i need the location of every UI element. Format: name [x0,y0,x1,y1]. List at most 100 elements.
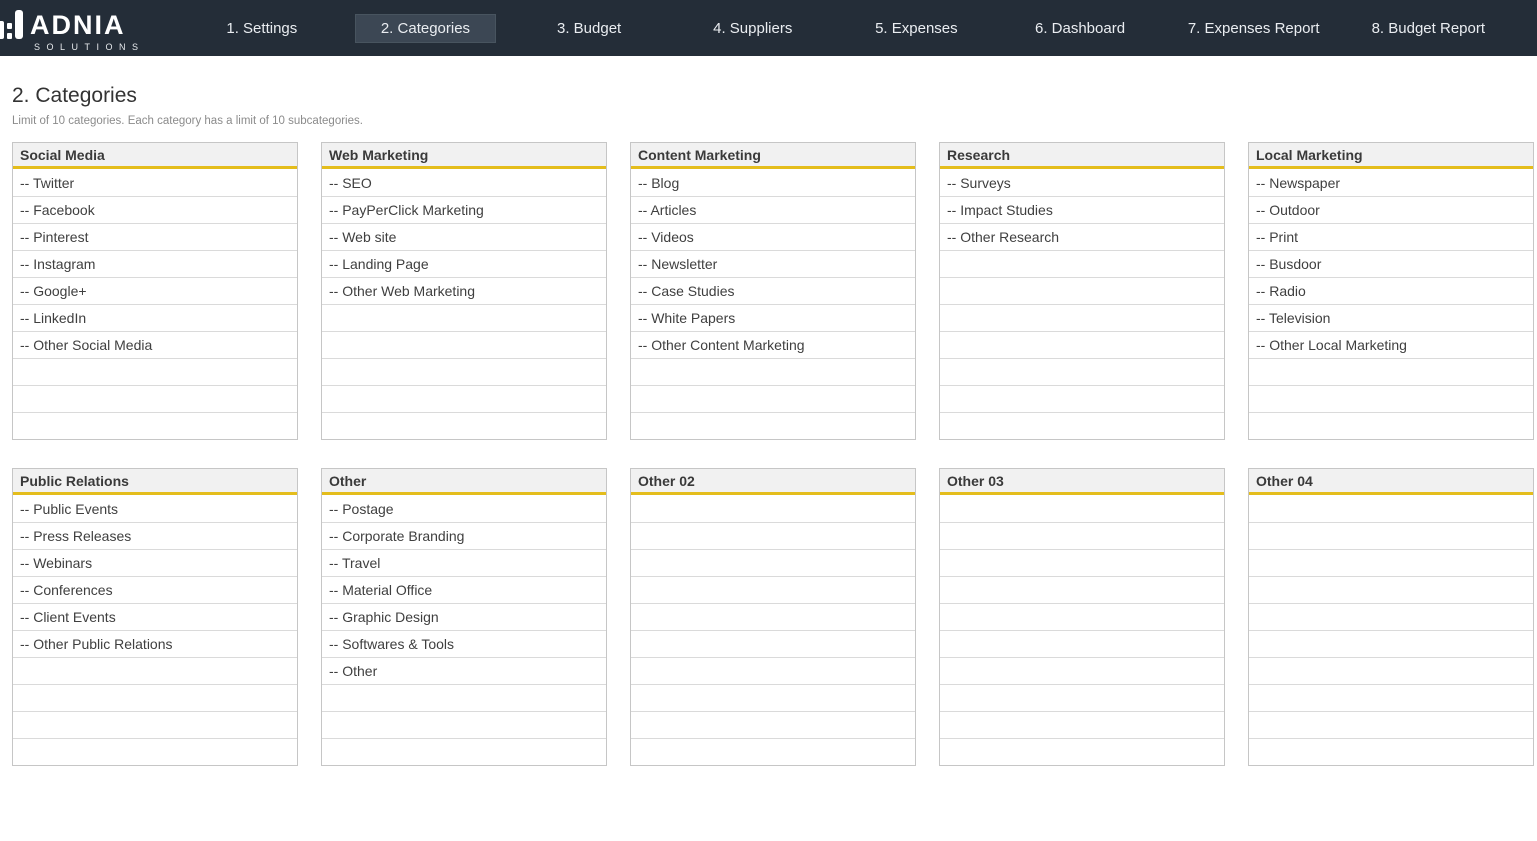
subcategory-cell[interactable] [13,684,297,711]
subcategory-cell[interactable]: -- Articles [631,196,915,223]
subcategory-cell[interactable] [1249,711,1533,738]
subcategory-cell[interactable]: -- Web site [322,223,606,250]
category-header-cell[interactable]: Other 02 [631,469,915,495]
subcategory-cell[interactable] [1249,522,1533,549]
category-header-cell[interactable]: Public Relations [13,469,297,495]
subcategory-cell[interactable] [322,331,606,358]
subcategory-cell[interactable]: -- Other Web Marketing [322,277,606,304]
subcategory-cell[interactable]: -- SEO [322,169,606,196]
subcategory-cell[interactable] [1249,358,1533,385]
subcategory-cell[interactable] [940,331,1224,358]
subcategory-cell[interactable] [13,385,297,412]
subcategory-cell[interactable] [1249,684,1533,711]
subcategory-cell[interactable]: -- Instagram [13,250,297,277]
subcategory-cell[interactable] [631,549,915,576]
subcategory-cell[interactable] [631,630,915,657]
subcategory-cell[interactable]: -- Material Office [322,576,606,603]
subcategory-cell[interactable] [631,495,915,522]
subcategory-cell[interactable]: -- Other Local Marketing [1249,331,1533,358]
category-header-cell[interactable]: Other [322,469,606,495]
subcategory-cell[interactable]: -- Public Events [13,495,297,522]
subcategory-cell[interactable] [631,738,915,765]
subcategory-cell[interactable] [1249,630,1533,657]
category-header-cell[interactable]: Research [940,143,1224,169]
subcategory-cell[interactable] [940,657,1224,684]
category-header-cell[interactable]: Other 03 [940,469,1224,495]
subcategory-cell[interactable] [631,576,915,603]
subcategory-cell[interactable]: -- Pinterest [13,223,297,250]
subcategory-cell[interactable]: -- Corporate Branding [322,522,606,549]
subcategory-cell[interactable]: -- Print [1249,223,1533,250]
subcategory-cell[interactable] [13,711,297,738]
subcategory-cell[interactable]: -- Television [1249,304,1533,331]
subcategory-cell[interactable] [940,684,1224,711]
subcategory-cell[interactable]: -- Outdoor [1249,196,1533,223]
tab-settings[interactable]: 1. Settings [180,14,344,43]
subcategory-cell[interactable] [940,738,1224,765]
category-header-cell[interactable]: Other 04 [1249,469,1533,495]
tab-expenses[interactable]: 5. Expenses [835,14,999,43]
subcategory-cell[interactable] [322,684,606,711]
tab-expenses-report[interactable]: 7. Expenses Report [1162,14,1346,43]
subcategory-cell[interactable]: -- Case Studies [631,277,915,304]
subcategory-cell[interactable] [1249,738,1533,765]
subcategory-cell[interactable]: -- PayPerClick Marketing [322,196,606,223]
subcategory-cell[interactable]: -- Newsletter [631,250,915,277]
subcategory-cell[interactable] [1249,657,1533,684]
subcategory-cell[interactable] [631,684,915,711]
subcategory-cell[interactable] [940,711,1224,738]
subcategory-cell[interactable]: -- Other Research [940,223,1224,250]
subcategory-cell[interactable] [1249,603,1533,630]
tab-budget-report[interactable]: 8. Budget Report [1346,14,1511,43]
subcategory-cell[interactable]: -- Press Releases [13,522,297,549]
subcategory-cell[interactable] [13,738,297,765]
subcategory-cell[interactable]: -- Other [322,657,606,684]
subcategory-cell[interactable] [631,522,915,549]
subcategory-cell[interactable]: -- LinkedIn [13,304,297,331]
subcategory-cell[interactable] [631,412,915,439]
subcategory-cell[interactable] [1249,385,1533,412]
subcategory-cell[interactable]: -- Newspaper [1249,169,1533,196]
subcategory-cell[interactable]: -- Impact Studies [940,196,1224,223]
tab-dashboard[interactable]: 6. Dashboard [998,14,1162,43]
subcategory-cell[interactable] [631,385,915,412]
subcategory-cell[interactable]: -- Landing Page [322,250,606,277]
subcategory-cell[interactable] [13,412,297,439]
subcategory-cell[interactable]: -- Other Public Relations [13,630,297,657]
subcategory-cell[interactable]: -- Postage [322,495,606,522]
subcategory-cell[interactable] [322,358,606,385]
subcategory-cell[interactable] [631,603,915,630]
subcategory-cell[interactable] [1249,576,1533,603]
subcategory-cell[interactable] [940,250,1224,277]
subcategory-cell[interactable] [322,304,606,331]
subcategory-cell[interactable]: -- Other Content Marketing [631,331,915,358]
subcategory-cell[interactable]: -- Surveys [940,169,1224,196]
subcategory-cell[interactable]: -- Facebook [13,196,297,223]
subcategory-cell[interactable] [631,657,915,684]
subcategory-cell[interactable]: -- Radio [1249,277,1533,304]
subcategory-cell[interactable] [940,576,1224,603]
subcategory-cell[interactable] [940,358,1224,385]
subcategory-cell[interactable] [940,277,1224,304]
tab-budget[interactable]: 3. Budget [507,14,671,43]
subcategory-cell[interactable] [940,603,1224,630]
subcategory-cell[interactable]: -- Webinars [13,549,297,576]
subcategory-cell[interactable]: -- Graphic Design [322,603,606,630]
subcategory-cell[interactable] [940,549,1224,576]
subcategory-cell[interactable] [1249,495,1533,522]
subcategory-cell[interactable] [940,522,1224,549]
subcategory-cell[interactable] [940,385,1224,412]
tab-categories[interactable]: 2. Categories [344,14,508,43]
subcategory-cell[interactable] [940,304,1224,331]
subcategory-cell[interactable]: -- Other Social Media [13,331,297,358]
tab-suppliers[interactable]: 4. Suppliers [671,14,835,43]
subcategory-cell[interactable] [1249,549,1533,576]
subcategory-cell[interactable]: -- Travel [322,549,606,576]
subcategory-cell[interactable] [322,385,606,412]
subcategory-cell[interactable] [940,412,1224,439]
subcategory-cell[interactable] [1249,412,1533,439]
category-header-cell[interactable]: Web Marketing [322,143,606,169]
subcategory-cell[interactable] [322,711,606,738]
subcategory-cell[interactable] [631,711,915,738]
subcategory-cell[interactable] [940,630,1224,657]
